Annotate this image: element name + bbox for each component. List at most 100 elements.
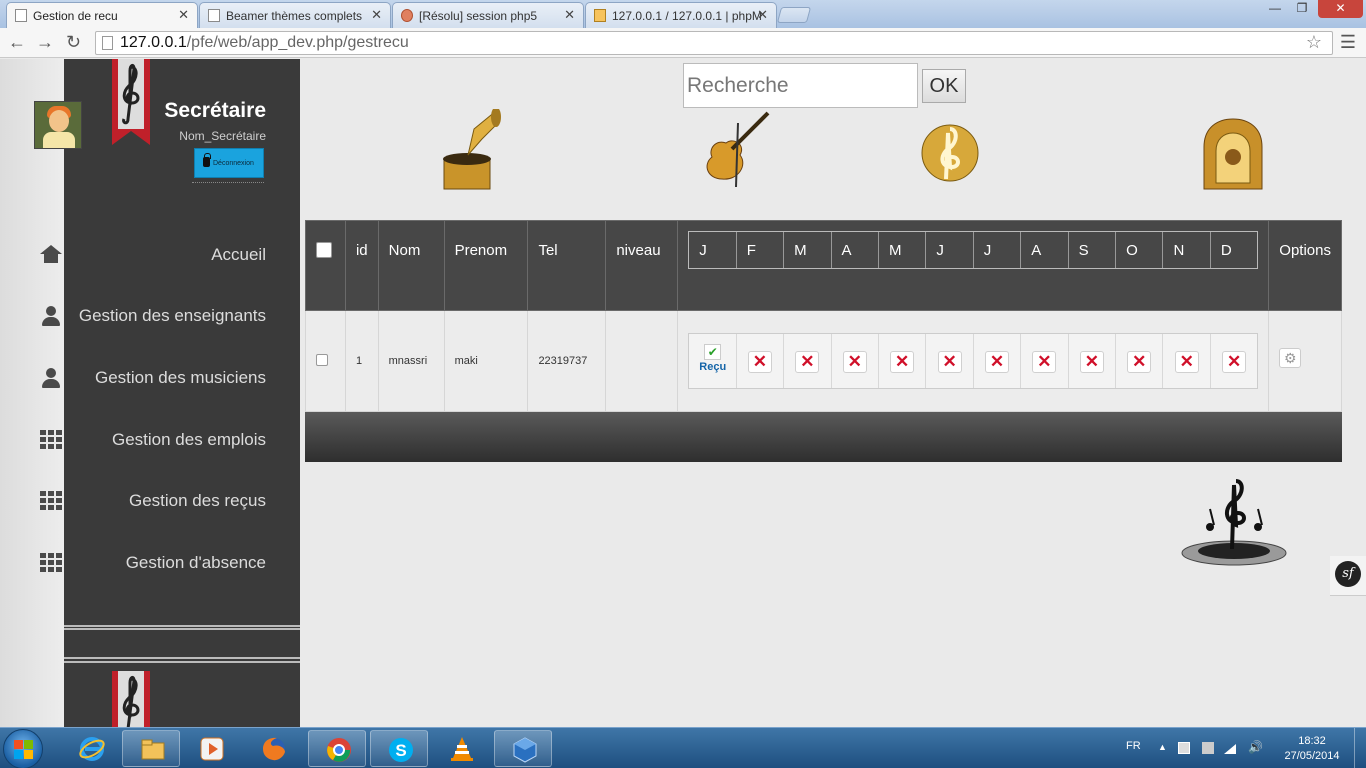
- month-cell: ✕: [879, 334, 927, 388]
- recu-link[interactable]: ✔ Reçu: [699, 344, 726, 373]
- taskbar-chrome[interactable]: [308, 730, 366, 767]
- unpaid-x-icon[interactable]: ✕: [1032, 351, 1057, 373]
- month-cell: ✕: [1021, 334, 1069, 388]
- address-bar[interactable]: 127.0.0.1/pfe/web/app_dev.php/gestrecu ☆: [95, 31, 1333, 55]
- taskbar-media-player[interactable]: [182, 730, 240, 767]
- unpaid-x-icon[interactable]: ✕: [795, 351, 820, 373]
- taskbar-virtualbox[interactable]: [494, 730, 552, 767]
- unpaid-x-icon[interactable]: ✕: [842, 351, 867, 373]
- forward-arrow-icon[interactable]: →: [36, 32, 54, 53]
- sidebar-divider: [64, 625, 300, 630]
- avatar: [34, 101, 82, 149]
- cell-niveau: [605, 310, 679, 412]
- month-header: A: [1021, 232, 1069, 268]
- sidebar-item-absence[interactable]: Gestion d'absence: [0, 543, 300, 583]
- close-window-button[interactable]: ✕: [1318, 0, 1363, 18]
- month-header: F: [737, 232, 785, 268]
- svg-text:S: S: [395, 741, 406, 760]
- tab-close-icon[interactable]: ✕: [371, 7, 382, 23]
- col-nom: Nom: [377, 220, 445, 311]
- month-cell: ✕: [974, 334, 1022, 388]
- system-tray: FR ▲ 🔊 18:32 27/05/2014: [1120, 728, 1366, 768]
- bookmark-star-icon[interactable]: ☆: [1306, 32, 1322, 53]
- show-hidden-icons-icon[interactable]: ▲: [1158, 742, 1170, 754]
- back-arrow-icon[interactable]: ←: [8, 32, 26, 53]
- logout-button[interactable]: Déconnexion: [194, 148, 264, 178]
- taskbar-file-explorer[interactable]: [122, 730, 180, 767]
- unpaid-x-icon[interactable]: ✕: [1079, 351, 1104, 373]
- reload-icon[interactable]: ↻: [66, 32, 81, 53]
- row-checkbox[interactable]: [316, 353, 328, 366]
- forum-favicon-icon: [401, 9, 413, 22]
- new-tab-button[interactable]: [776, 7, 812, 23]
- month-cell: ✕: [1211, 334, 1257, 388]
- taskbar-vlc[interactable]: [432, 730, 490, 767]
- taskbar-firefox[interactable]: [244, 730, 302, 767]
- unpaid-x-icon[interactable]: ✕: [1174, 351, 1199, 373]
- user-icon: [40, 368, 62, 388]
- search-ok-button[interactable]: OK: [922, 69, 966, 103]
- month-header: A: [832, 232, 879, 268]
- sidebar-item-label: Gestion des reçus: [128, 491, 266, 510]
- network-signal-icon[interactable]: [1224, 742, 1236, 754]
- gear-icon[interactable]: ⚙: [1279, 348, 1302, 368]
- show-desktop-button[interactable]: [1354, 728, 1366, 768]
- browser-tab[interactable]: [Résolu] session php5 ✕: [392, 2, 584, 28]
- unpaid-x-icon[interactable]: ✕: [747, 351, 772, 373]
- home-icon: [40, 245, 62, 265]
- taskbar-internet-explorer[interactable]: [62, 730, 120, 767]
- month-header: M: [784, 232, 832, 268]
- tab-close-icon[interactable]: ✕: [564, 7, 575, 23]
- lock-icon: [203, 153, 211, 167]
- browser-tab[interactable]: 127.0.0.1 / 127.0.0.1 | phpM ✕: [585, 2, 777, 28]
- grid-icon: [40, 430, 62, 450]
- minimize-button[interactable]: —: [1262, 0, 1288, 18]
- url-path: /pfe/web/app_dev.php/gestrecu: [186, 34, 409, 51]
- action-center-flag-icon[interactable]: [1178, 742, 1190, 754]
- sidebar-item-recus[interactable]: Gestion des reçus: [0, 481, 300, 521]
- unpaid-x-icon[interactable]: ✕: [890, 351, 915, 373]
- unpaid-x-icon[interactable]: ✕: [1222, 351, 1247, 373]
- start-button[interactable]: [3, 729, 43, 768]
- grid-icon: [40, 491, 62, 511]
- speaker-icon[interactable]: 🔊: [1248, 740, 1263, 754]
- tab-close-icon[interactable]: ✕: [757, 7, 768, 23]
- sidebar-item-accueil[interactable]: Accueil: [0, 235, 300, 275]
- recus-table-container: id Nom Prenom Tel niveau J F M A M J J A…: [305, 220, 1342, 462]
- clock[interactable]: 18:32 27/05/2014: [1280, 734, 1344, 764]
- month-cell: ✕: [926, 334, 974, 388]
- skype-icon: S: [389, 738, 413, 762]
- treble-clef-ribbon-icon: [112, 671, 150, 727]
- user-icon: [40, 306, 62, 326]
- clock-date: 27/05/2014: [1284, 750, 1340, 762]
- language-indicator[interactable]: FR: [1126, 740, 1141, 752]
- sidebar-item-enseignants[interactable]: Gestion des enseignants: [0, 296, 300, 336]
- taskbar-skype[interactable]: S: [370, 730, 428, 767]
- browser-menu-icon[interactable]: ☰: [1340, 32, 1356, 53]
- cell-nom: mnassri: [377, 310, 445, 412]
- table-header-row: id Nom Prenom Tel niveau J F M A M J J A…: [305, 220, 1342, 311]
- unpaid-x-icon[interactable]: ✕: [937, 351, 962, 373]
- select-all-checkbox[interactable]: [316, 242, 332, 258]
- month-header: M: [879, 232, 927, 268]
- unpaid-x-icon[interactable]: ✕: [1127, 351, 1152, 373]
- music-disc-icon: [1181, 479, 1287, 566]
- search-input[interactable]: [683, 63, 918, 108]
- sidebar-item-musiciens[interactable]: Gestion des musiciens: [0, 358, 300, 398]
- cell-prenom: maki: [443, 310, 529, 412]
- tab-title: [Résolu] session php5: [419, 9, 538, 23]
- month-header: S: [1069, 232, 1117, 268]
- browser-tab[interactable]: Beamer thèmes complets ✕: [199, 2, 391, 28]
- device-icon[interactable]: [1202, 742, 1214, 754]
- sidebar-item-emplois[interactable]: Gestion des emplois: [0, 420, 300, 460]
- sidebar-divider: [64, 657, 300, 663]
- unpaid-x-icon[interactable]: ✕: [985, 351, 1009, 373]
- col-id: id: [344, 220, 379, 311]
- maximize-button[interactable]: ❐: [1289, 0, 1315, 18]
- browser-tab-active[interactable]: Gestion de recu ✕: [6, 2, 198, 28]
- sidebar-item-label: Gestion des enseignants: [78, 306, 266, 325]
- symfony-toolbar-button[interactable]: sf: [1330, 556, 1366, 596]
- tab-close-icon[interactable]: ✕: [178, 7, 189, 23]
- treble-clef-ribbon-icon: [112, 59, 150, 145]
- firefox-icon: [263, 737, 285, 761]
